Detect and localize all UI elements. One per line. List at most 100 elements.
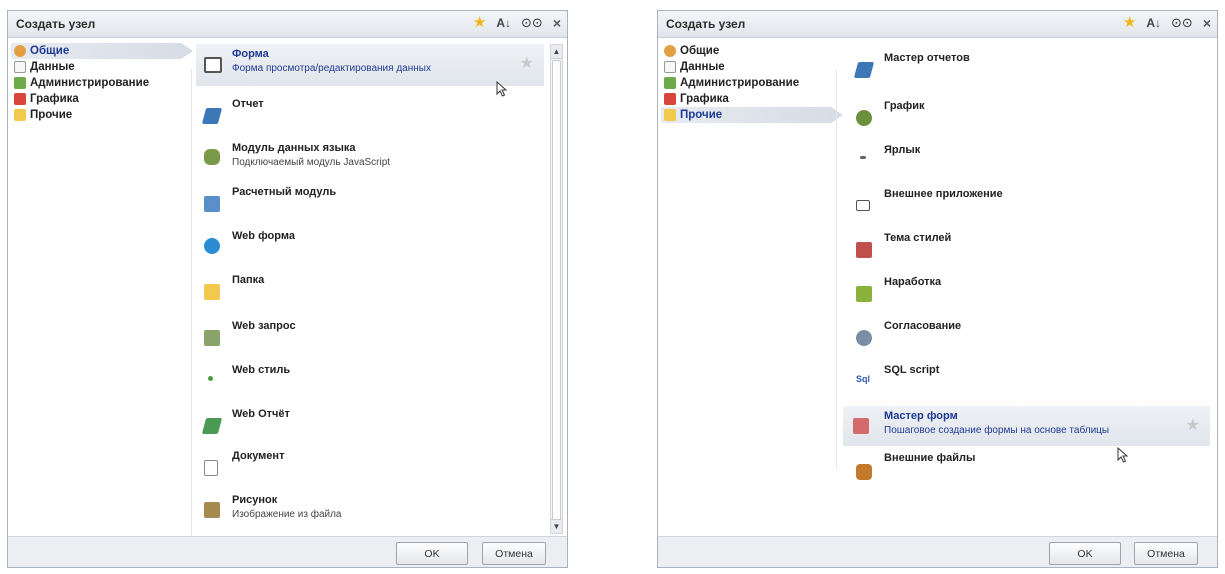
item-description: Пошаговое создание формы на основе табли… (884, 425, 1110, 436)
web-report-icon (201, 418, 223, 434)
list-item[interactable]: Web Отчёт (196, 404, 544, 434)
category-label: Общие (30, 45, 70, 57)
item-name: Документ (232, 450, 285, 462)
sort-az-icon[interactable]: A↓ (1146, 14, 1161, 32)
list-item[interactable]: Согласование (848, 316, 1210, 346)
chart-icon (856, 110, 872, 126)
list-item[interactable]: Расчетный модуль (196, 182, 544, 212)
list-item[interactable]: Мастер отчетов (848, 48, 1210, 80)
divider (191, 69, 192, 539)
category-other[interactable]: Прочие (661, 107, 843, 123)
list-item[interactable]: Отчет (196, 94, 544, 124)
scroll-up-icon[interactable]: ▲ (551, 45, 562, 59)
list-item[interactable]: Web стиль (196, 360, 544, 390)
table-icon (14, 61, 26, 73)
list-item[interactable]: Мастер форм Пошаговое создание формы на … (843, 406, 1210, 446)
document-icon (204, 460, 218, 476)
list-item[interactable]: Папка (196, 270, 544, 300)
category-list: Общие Данные Администрирование Графика П… (11, 43, 193, 123)
form-window-icon (204, 57, 222, 73)
list-item[interactable]: Наработка (848, 272, 1210, 302)
dialog-title: Создать узел (16, 17, 96, 31)
item-name: Web форма (232, 230, 295, 242)
category-label: Общие (680, 45, 720, 57)
item-name: Мастер отчетов (884, 52, 970, 64)
item-description: Изображение из файла (232, 509, 342, 520)
report-icon (201, 108, 223, 124)
category-graphics[interactable]: Графика (661, 91, 831, 107)
list-item[interactable]: Ярлык (848, 140, 1210, 170)
list-item[interactable]: Web запрос (196, 316, 544, 346)
category-label: Прочие (680, 109, 723, 121)
list-item[interactable]: Sql SQL script (848, 360, 1210, 390)
create-node-dialog-left: Создать узел ★ A↓ ⊙⊙ × Общие Данные Адми… (7, 10, 568, 568)
close-icon[interactable]: × (553, 14, 561, 32)
list-item[interactable]: Web форма (196, 226, 544, 256)
calc-module-icon (204, 196, 220, 212)
folder-icon (204, 284, 220, 300)
sort-az-icon[interactable]: A↓ (496, 14, 511, 32)
dialog-footer: OK Отмена (658, 536, 1217, 567)
form-wizard-icon (853, 418, 869, 434)
ok-button[interactable]: OK (396, 542, 468, 565)
item-name: Расчетный модуль (232, 186, 337, 198)
category-label: Данные (30, 61, 75, 73)
category-data[interactable]: Данные (661, 59, 831, 75)
category-general[interactable]: Общие (661, 43, 831, 59)
list-item[interactable]: Документ (196, 446, 544, 476)
web-request-icon (204, 330, 220, 346)
category-admin[interactable]: Администрирование (11, 75, 181, 91)
list-item[interactable]: Модуль данных языка Подключаемый модуль … (196, 136, 544, 172)
category-label: Прочие (30, 109, 73, 121)
item-name: Web запрос (232, 320, 296, 332)
category-label: Администрирование (30, 77, 150, 89)
item-name: Форма (232, 48, 269, 60)
folder-icon (14, 109, 26, 121)
item-name: SQL script (884, 364, 940, 376)
close-icon[interactable]: × (1203, 14, 1211, 32)
list-item[interactable]: График (848, 96, 1210, 126)
graphics-icon (664, 93, 676, 105)
globe-icon (14, 45, 26, 57)
graphics-icon (14, 93, 26, 105)
title-bar: Создать узел ★ A↓ ⊙⊙ × (8, 11, 567, 38)
list-item[interactable]: Рисунок Изображение из файла (196, 490, 544, 524)
item-name: Тема стилей (884, 232, 952, 244)
folder-icon (664, 109, 676, 121)
cancel-button[interactable]: Отмена (1134, 542, 1198, 565)
category-label: Администрирование (680, 77, 800, 89)
list-item[interactable]: Форма Форма просмотра/редактирования дан… (196, 44, 544, 86)
binoculars-search-icon[interactable]: ⊙⊙ (521, 14, 543, 32)
title-bar: Создать узел ★ A↓ ⊙⊙ × (658, 11, 1217, 38)
favorites-star-icon[interactable]: ★ (473, 14, 486, 32)
scrollbar-thumb[interactable] (552, 60, 561, 520)
category-data[interactable]: Данные (11, 59, 181, 75)
style-theme-icon (856, 242, 872, 258)
list-item[interactable]: Тема стилей (848, 228, 1210, 258)
item-name: График (884, 100, 925, 112)
item-name: Согласование (884, 320, 962, 332)
add-favorite-star-icon[interactable]: ★ (1186, 415, 1200, 435)
list-item[interactable]: Внешние файлы (848, 450, 1210, 480)
binoculars-search-icon[interactable]: ⊙⊙ (1171, 14, 1193, 32)
add-favorite-star-icon[interactable]: ★ (520, 53, 534, 73)
category-general[interactable]: Общие (11, 43, 193, 59)
item-name: Мастер форм (884, 410, 958, 422)
table-icon (664, 61, 676, 73)
ok-button[interactable]: OK (1049, 542, 1121, 565)
report-wizard-icon (853, 62, 875, 78)
category-graphics[interactable]: Графика (11, 91, 181, 107)
dialog-title: Создать узел (666, 17, 746, 31)
cancel-button[interactable]: Отмена (482, 542, 546, 565)
category-admin[interactable]: Администрирование (661, 75, 831, 91)
vertical-scrollbar[interactable]: ▲ ▼ (550, 44, 563, 534)
approval-icon (856, 330, 872, 346)
list-item[interactable]: Внешнее приложение (848, 184, 1210, 214)
category-other[interactable]: Прочие (11, 107, 181, 123)
external-app-icon (856, 200, 870, 211)
dialog-footer: OK Отмена (8, 536, 567, 567)
scroll-down-icon[interactable]: ▼ (551, 519, 562, 533)
favorites-star-icon[interactable]: ★ (1123, 14, 1136, 32)
item-name: Модуль данных языка (232, 142, 356, 154)
divider (836, 69, 837, 469)
